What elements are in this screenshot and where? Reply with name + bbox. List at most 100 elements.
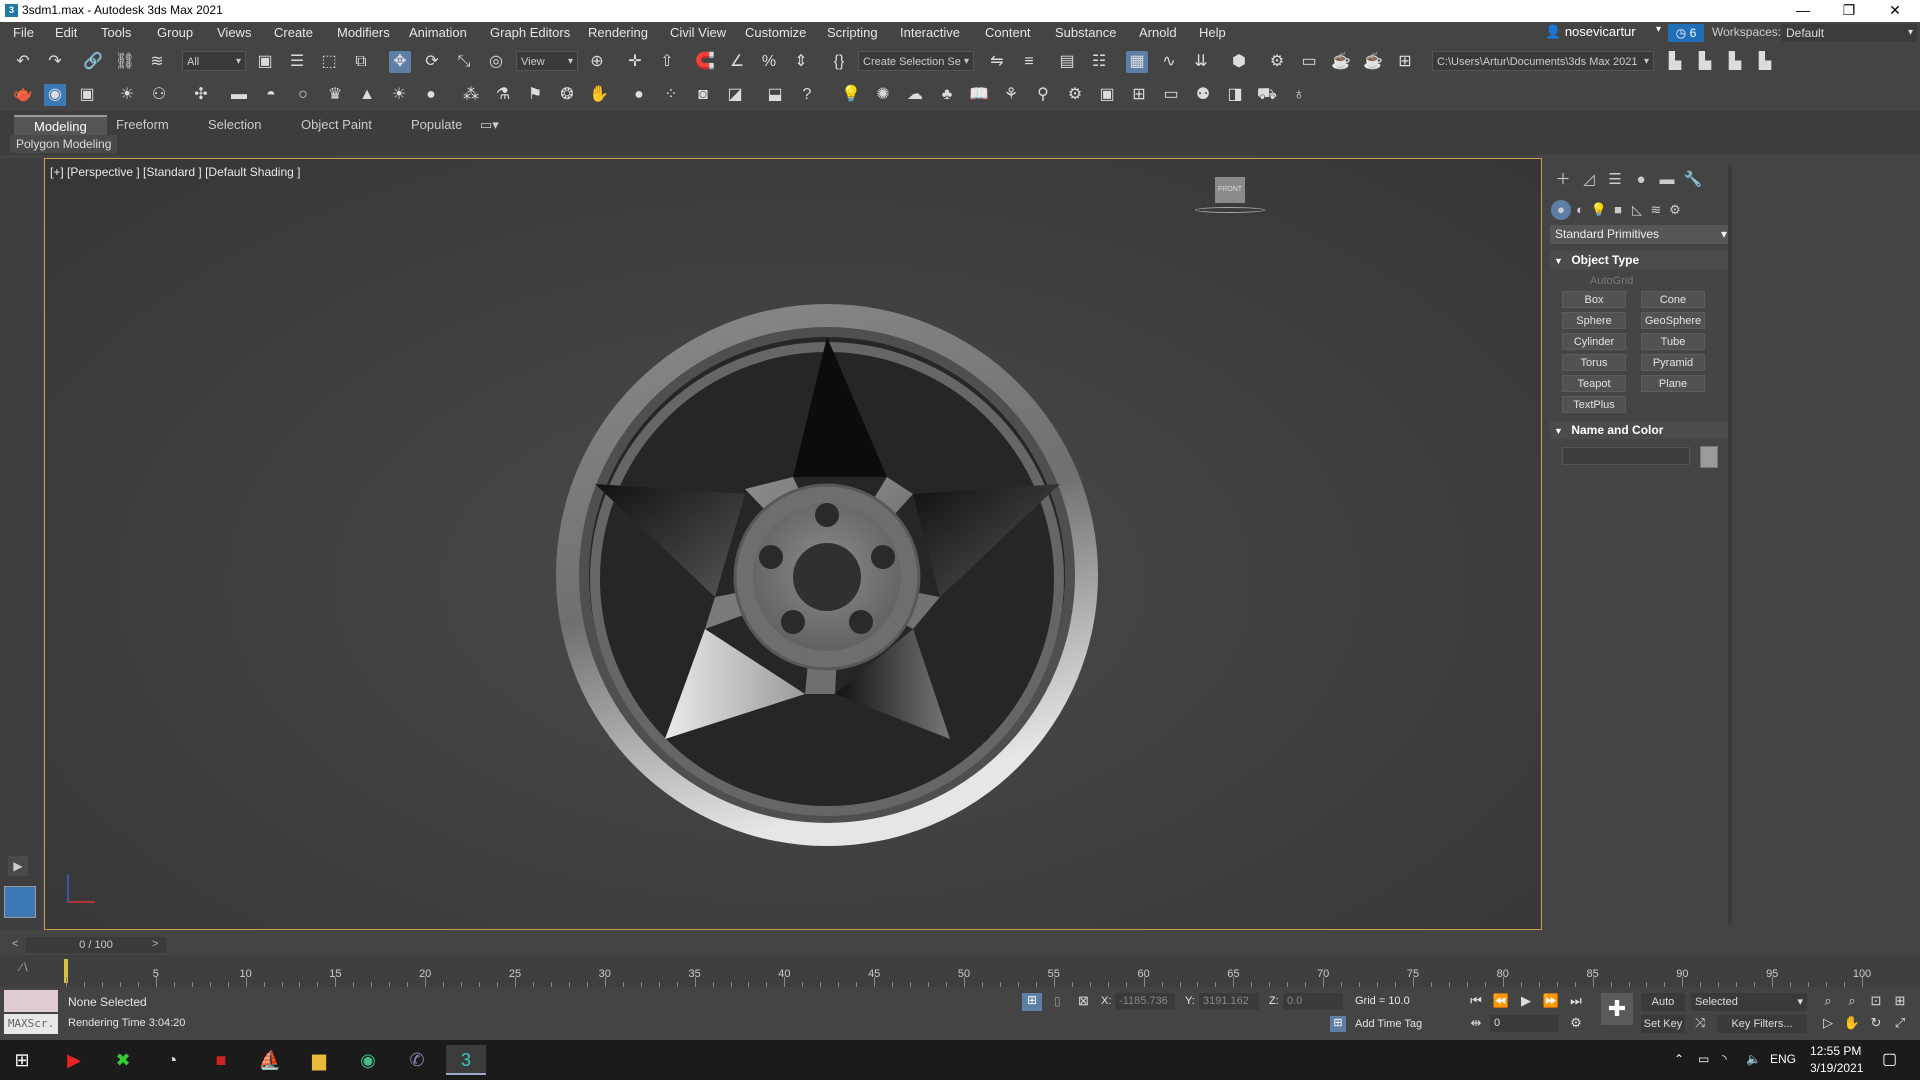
zoom-all-icon[interactable]: ⌕ xyxy=(1842,991,1862,1011)
imager-icon[interactable]: ✋ xyxy=(588,84,610,106)
go-to-start-icon[interactable]: ⏮ xyxy=(1466,991,1486,1011)
project-save-icon[interactable]: ▙ xyxy=(1724,51,1746,73)
rendered-frame-icon[interactable]: ▭ xyxy=(1298,51,1320,73)
unlink-icon[interactable]: ⛓ xyxy=(114,51,136,73)
people-icon[interactable]: ⚉ xyxy=(1192,84,1214,106)
x-coordinate-field[interactable]: -1185.736 xyxy=(1115,993,1175,1010)
procedural-icon[interactable]: ⚗ xyxy=(492,84,514,106)
perspective-viewport[interactable]: [+] [Perspective ] [Standard ] [Default … xyxy=(44,158,1542,930)
explorer-app-icon[interactable]: ⛵ xyxy=(250,1045,290,1075)
modify-tab-icon[interactable]: ◿ xyxy=(1578,169,1600,191)
render-iterative-icon[interactable]: ☕ xyxy=(1362,51,1384,73)
menu-help[interactable]: Help xyxy=(1199,25,1226,40)
selection-filter-dropdown[interactable]: All xyxy=(182,51,246,72)
reference-coordinate-dropdown[interactable]: View xyxy=(516,51,578,72)
key-filters-button[interactable]: Key Filters... xyxy=(1717,1015,1807,1033)
named-selection-icon[interactable]: {} xyxy=(828,51,850,73)
bind-space-warp-icon[interactable]: ≋ xyxy=(146,51,168,73)
menu-scripting[interactable]: Scripting xyxy=(827,25,878,40)
tab-object-paint[interactable]: Object Paint xyxy=(281,115,392,135)
disc-light-icon[interactable]: ● xyxy=(420,84,442,106)
tube-button[interactable]: Tube xyxy=(1641,333,1705,350)
mesh-light-icon[interactable]: ✣ xyxy=(190,84,212,106)
hierarchy-tab-icon[interactable]: ☰ xyxy=(1604,169,1626,191)
helpers-icon[interactable]: ◺ xyxy=(1627,200,1647,220)
export-icon[interactable]: ⬓ xyxy=(764,84,786,106)
restore-button[interactable]: ❐ xyxy=(1826,0,1872,22)
ribbon-options-icon[interactable]: ▭▾ xyxy=(474,115,505,135)
systems-icon[interactable]: ⚙ xyxy=(1665,200,1685,220)
tray-chevron-icon[interactable]: ⌃ xyxy=(1674,1052,1684,1066)
auto-key-button[interactable]: Auto Key xyxy=(1641,993,1685,1026)
previous-frame-icon[interactable]: ⏪ xyxy=(1491,991,1511,1011)
align-icon[interactable]: ≡ xyxy=(1018,51,1040,73)
undo-icon[interactable]: ↶ xyxy=(12,51,34,73)
selection-lock-icon[interactable]: ⊞ xyxy=(1022,993,1042,1011)
project-folder-icon[interactable]: ▙ xyxy=(1664,51,1686,73)
redo-icon[interactable]: ↷ xyxy=(44,51,66,73)
zoom-extents-icon[interactable]: ⊡ xyxy=(1866,991,1886,1011)
maximize-viewport-icon[interactable]: ⤢ xyxy=(1890,1013,1910,1033)
display-tab-icon[interactable]: ▬ xyxy=(1656,169,1678,191)
menu-civil-view[interactable]: Civil View xyxy=(670,25,726,40)
sphere-light-icon[interactable]: ○ xyxy=(292,84,314,106)
mirror-icon[interactable]: ⇋ xyxy=(986,51,1008,73)
torus-button[interactable]: Torus xyxy=(1562,354,1626,371)
pyramid-button[interactable]: Pyramid xyxy=(1641,354,1705,371)
cameras-icon[interactable]: ■ xyxy=(1608,200,1628,220)
tab-populate[interactable]: Populate xyxy=(391,115,482,135)
prev-frame-arrow[interactable]: < xyxy=(12,938,18,950)
spinner-snap-icon[interactable]: ⇕ xyxy=(790,51,812,73)
play-icon[interactable]: ▶ xyxy=(1516,991,1536,1011)
textplus-button[interactable]: TextPlus xyxy=(1562,396,1626,413)
camera-icon[interactable]: ⚑ xyxy=(524,84,546,106)
set-key-button[interactable]: Set Key xyxy=(1641,1015,1685,1033)
project-open-icon[interactable]: ▙ xyxy=(1694,51,1716,73)
object-type-rollout-header[interactable]: ▼ Object Type xyxy=(1550,251,1732,269)
gear-light-icon[interactable]: ✺ xyxy=(872,84,894,106)
tray-network-icon[interactable]: ◝ xyxy=(1722,1052,1727,1066)
tab-modeling[interactable]: Modeling xyxy=(14,115,107,137)
quad-light-icon[interactable]: ▬ xyxy=(228,84,250,106)
utilities-tab-icon[interactable]: 🔧 xyxy=(1682,169,1704,191)
3ds-max-taskbar-icon[interactable]: 3 xyxy=(446,1045,486,1075)
help-icon[interactable]: ? xyxy=(796,84,818,106)
viewcube-face[interactable]: FRONT xyxy=(1215,177,1245,203)
viewcube[interactable]: FRONT xyxy=(1195,177,1265,217)
place-icon[interactable]: ◎ xyxy=(485,51,507,73)
operator-icon[interactable]: ⚇ xyxy=(148,84,170,106)
material-mix-icon[interactable]: ⁘ xyxy=(660,84,682,106)
zoom-extents-all-icon[interactable]: ⊞ xyxy=(1890,991,1910,1011)
group-light-icon[interactable]: ☁ xyxy=(904,84,926,106)
scene-explorer-icon[interactable]: ▤ xyxy=(1056,51,1078,73)
go-to-end-icon[interactable]: ⏭ xyxy=(1566,991,1586,1011)
tray-language[interactable]: ENG xyxy=(1770,1052,1796,1066)
set-keys-icon[interactable]: ✚ xyxy=(1601,993,1633,1025)
rotate-icon[interactable]: ⟳ xyxy=(421,51,443,73)
viber-icon[interactable]: ✆ xyxy=(397,1045,437,1075)
standin-icon[interactable]: ◪ xyxy=(724,84,746,106)
select-by-name-icon[interactable]: ☰ xyxy=(286,51,308,73)
cylinder-button[interactable]: Cylinder xyxy=(1562,333,1626,350)
tree-icon[interactable]: ♣ xyxy=(936,84,958,106)
time-config-arrows-icon[interactable]: ⇹ xyxy=(1466,1013,1486,1033)
render-region-icon[interactable]: ▭ xyxy=(1160,84,1182,106)
viewport-layout-thumbnail[interactable] xyxy=(4,886,36,918)
game-launcher-icon[interactable]: ■ xyxy=(201,1045,241,1075)
wheel-model[interactable] xyxy=(45,159,1541,929)
foliage-icon[interactable]: ⚘ xyxy=(1000,84,1022,106)
sky-dome-icon[interactable]: ◓ xyxy=(260,84,282,106)
lights-icon[interactable]: 💡 xyxy=(1589,200,1609,220)
youtube-icon[interactable]: ▶ xyxy=(54,1045,94,1075)
space-warps-icon[interactable]: ≋ xyxy=(1646,200,1666,220)
material-ball-icon[interactable]: ● xyxy=(628,84,650,106)
geosphere-button[interactable]: GeoSphere xyxy=(1641,312,1705,329)
menu-graph-editors[interactable]: Graph Editors xyxy=(490,25,570,40)
track-bar[interactable]: ⁄∖ 5 10 15 20 25 30 35 40 45 50 55 60 65 70 75 80 85 90 95… xyxy=(0,955,1920,987)
plane-button[interactable]: Plane xyxy=(1641,375,1705,392)
tab-freeform[interactable]: Freeform xyxy=(96,115,189,135)
grid-icon[interactable]: ⊞ xyxy=(1128,84,1150,106)
polygon-modeling-panel[interactable]: Polygon Modeling xyxy=(10,135,118,153)
pan-icon[interactable]: ✋ xyxy=(1842,1013,1862,1033)
command-panel-scrollbar[interactable] xyxy=(1728,165,1732,925)
